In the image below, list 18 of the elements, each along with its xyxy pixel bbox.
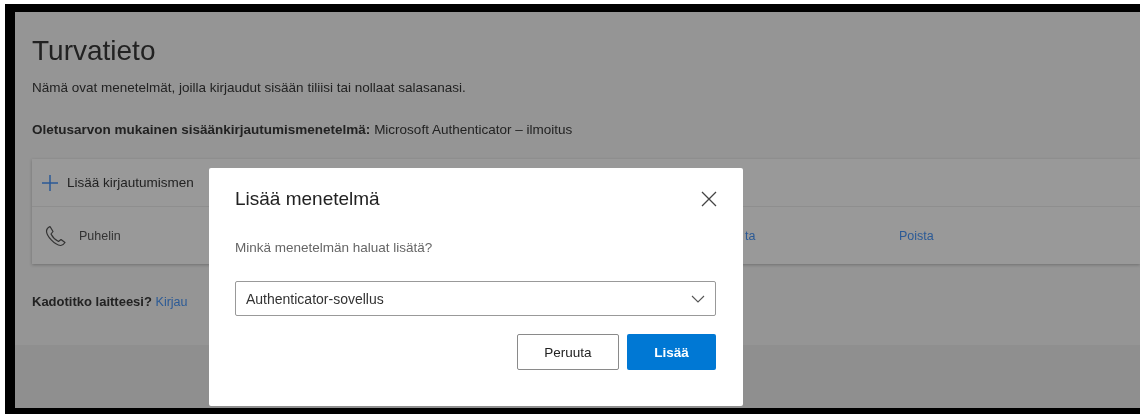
delete-link[interactable]: Poista (899, 228, 1140, 243)
cancel-button[interactable]: Peruuta (517, 334, 619, 370)
close-icon[interactable] (701, 191, 717, 207)
sign-out-link[interactable]: Kirjau (155, 295, 188, 309)
add-button[interactable]: Lisää (627, 334, 716, 370)
add-method-link[interactable]: Lisää kirjautumismen (67, 175, 194, 190)
dialog-question: Minkä menetelmän haluat lisätä? (235, 240, 434, 255)
dialog-title: Lisää menetelmä (235, 188, 380, 210)
page-description: Nämä ovat menetelmät, joilla kirjaudut sisään tiliisi tai nollaat salasanasi. (32, 80, 467, 95)
method-name: Puhelin (79, 228, 122, 243)
method-dropdown[interactable]: Authenticator-sovellus (235, 281, 716, 316)
phone-icon (45, 224, 67, 247)
page-title: Turvatieto (32, 34, 157, 68)
method-action-link[interactable]: ta (745, 228, 756, 243)
chevron-down-icon (691, 294, 705, 303)
lost-device-label: Kadotitko laitteesi? (32, 294, 152, 309)
default-method-text: Oletusarvon mukainen sisäänkirjautumismenetelmä: Microsoft Authenticator – ilmoitus (32, 122, 574, 137)
plus-icon (41, 173, 59, 192)
